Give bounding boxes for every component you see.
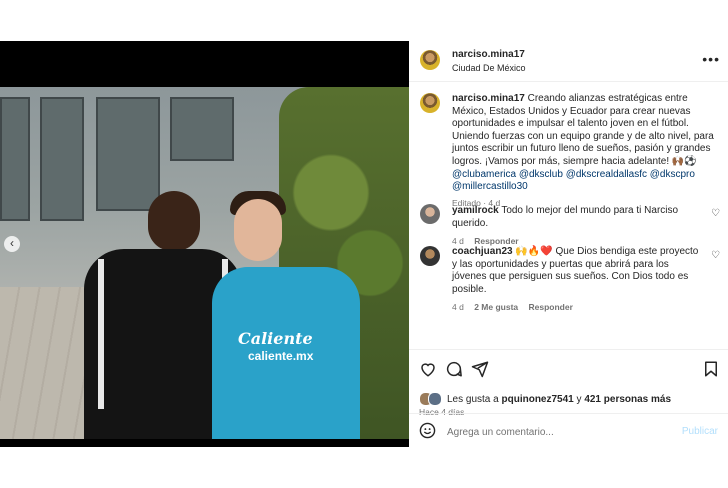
comment: coachjuan23 🙌🔥❤️ Que Dios bendiga este p… <box>452 246 702 314</box>
heart-icon[interactable]: ♡ <box>711 250 720 261</box>
bookmark-icon[interactable] <box>702 360 720 378</box>
comment-time: 4 d <box>452 302 464 313</box>
mention-clubamerica[interactable]: @clubamerica <box>452 169 516 180</box>
publish-button[interactable]: Publicar <box>682 426 718 437</box>
heart-icon[interactable] <box>419 360 437 378</box>
mention-millercastillo30[interactable]: @millercastillo30 <box>452 181 528 192</box>
comment-username[interactable]: yamilrock <box>452 205 499 216</box>
mention-dkscpro[interactable]: @dkscpro <box>650 169 695 180</box>
jersey-brand: Caliente <box>238 329 313 348</box>
author-username[interactable]: narciso.mina17 <box>452 49 525 60</box>
comment: yamilrock Todo lo mejor del mundo para t… <box>452 205 702 248</box>
mention-dksclub[interactable]: @dksclub <box>519 169 563 180</box>
more-options-icon[interactable]: ••• <box>702 51 720 67</box>
post-header: narciso.mina17 Ciudad De México ••• <box>409 41 728 82</box>
caption-avatar[interactable] <box>420 93 440 113</box>
emoji-icon[interactable] <box>419 422 436 439</box>
caption-text: Creando alianzas estratégicas entre Méxi… <box>452 93 714 167</box>
liker-username[interactable]: pquinonez7541 <box>502 394 574 405</box>
likes-count[interactable]: 421 personas más <box>584 394 671 405</box>
post-photo: Caliente caliente.mx <box>0 87 409 439</box>
post-media: Caliente caliente.mx ‹ <box>0 41 409 447</box>
reply-button[interactable]: Responder <box>529 302 573 312</box>
likes-summary: Les gusta a pquinonez7541 y 421 personas… <box>419 392 671 406</box>
post-panel: narciso.mina17 Ciudad De México ••• narc… <box>409 41 728 447</box>
caption-username[interactable]: narciso.mina17 <box>452 93 525 104</box>
comment-bar: Publicar <box>409 413 728 448</box>
commenter-avatar[interactable] <box>420 246 440 266</box>
heart-icon[interactable]: ♡ <box>711 208 720 219</box>
mention-dkscrealdallasfc[interactable]: @dkscrealdallasfc <box>566 169 647 180</box>
comment-icon[interactable] <box>445 360 463 378</box>
person-right: Caliente caliente.mx <box>212 159 360 439</box>
reply-button[interactable]: Responder <box>474 236 518 246</box>
post-location[interactable]: Ciudad De México <box>452 63 526 73</box>
caption: narciso.mina17 Creando alianzas estratég… <box>452 93 722 209</box>
jersey-sub: caliente.mx <box>248 349 314 363</box>
commenter-avatar[interactable] <box>420 204 440 224</box>
comment-input[interactable] <box>445 423 669 441</box>
liker-avatar <box>428 392 442 406</box>
comment-username[interactable]: coachjuan23 <box>452 246 513 257</box>
share-icon[interactable] <box>471 360 489 378</box>
author-avatar[interactable] <box>420 50 440 70</box>
comment-likes[interactable]: 2 Me gusta <box>474 302 518 312</box>
chevron-left-icon[interactable]: ‹ <box>4 236 20 252</box>
comment-time: 4 d <box>452 236 464 247</box>
